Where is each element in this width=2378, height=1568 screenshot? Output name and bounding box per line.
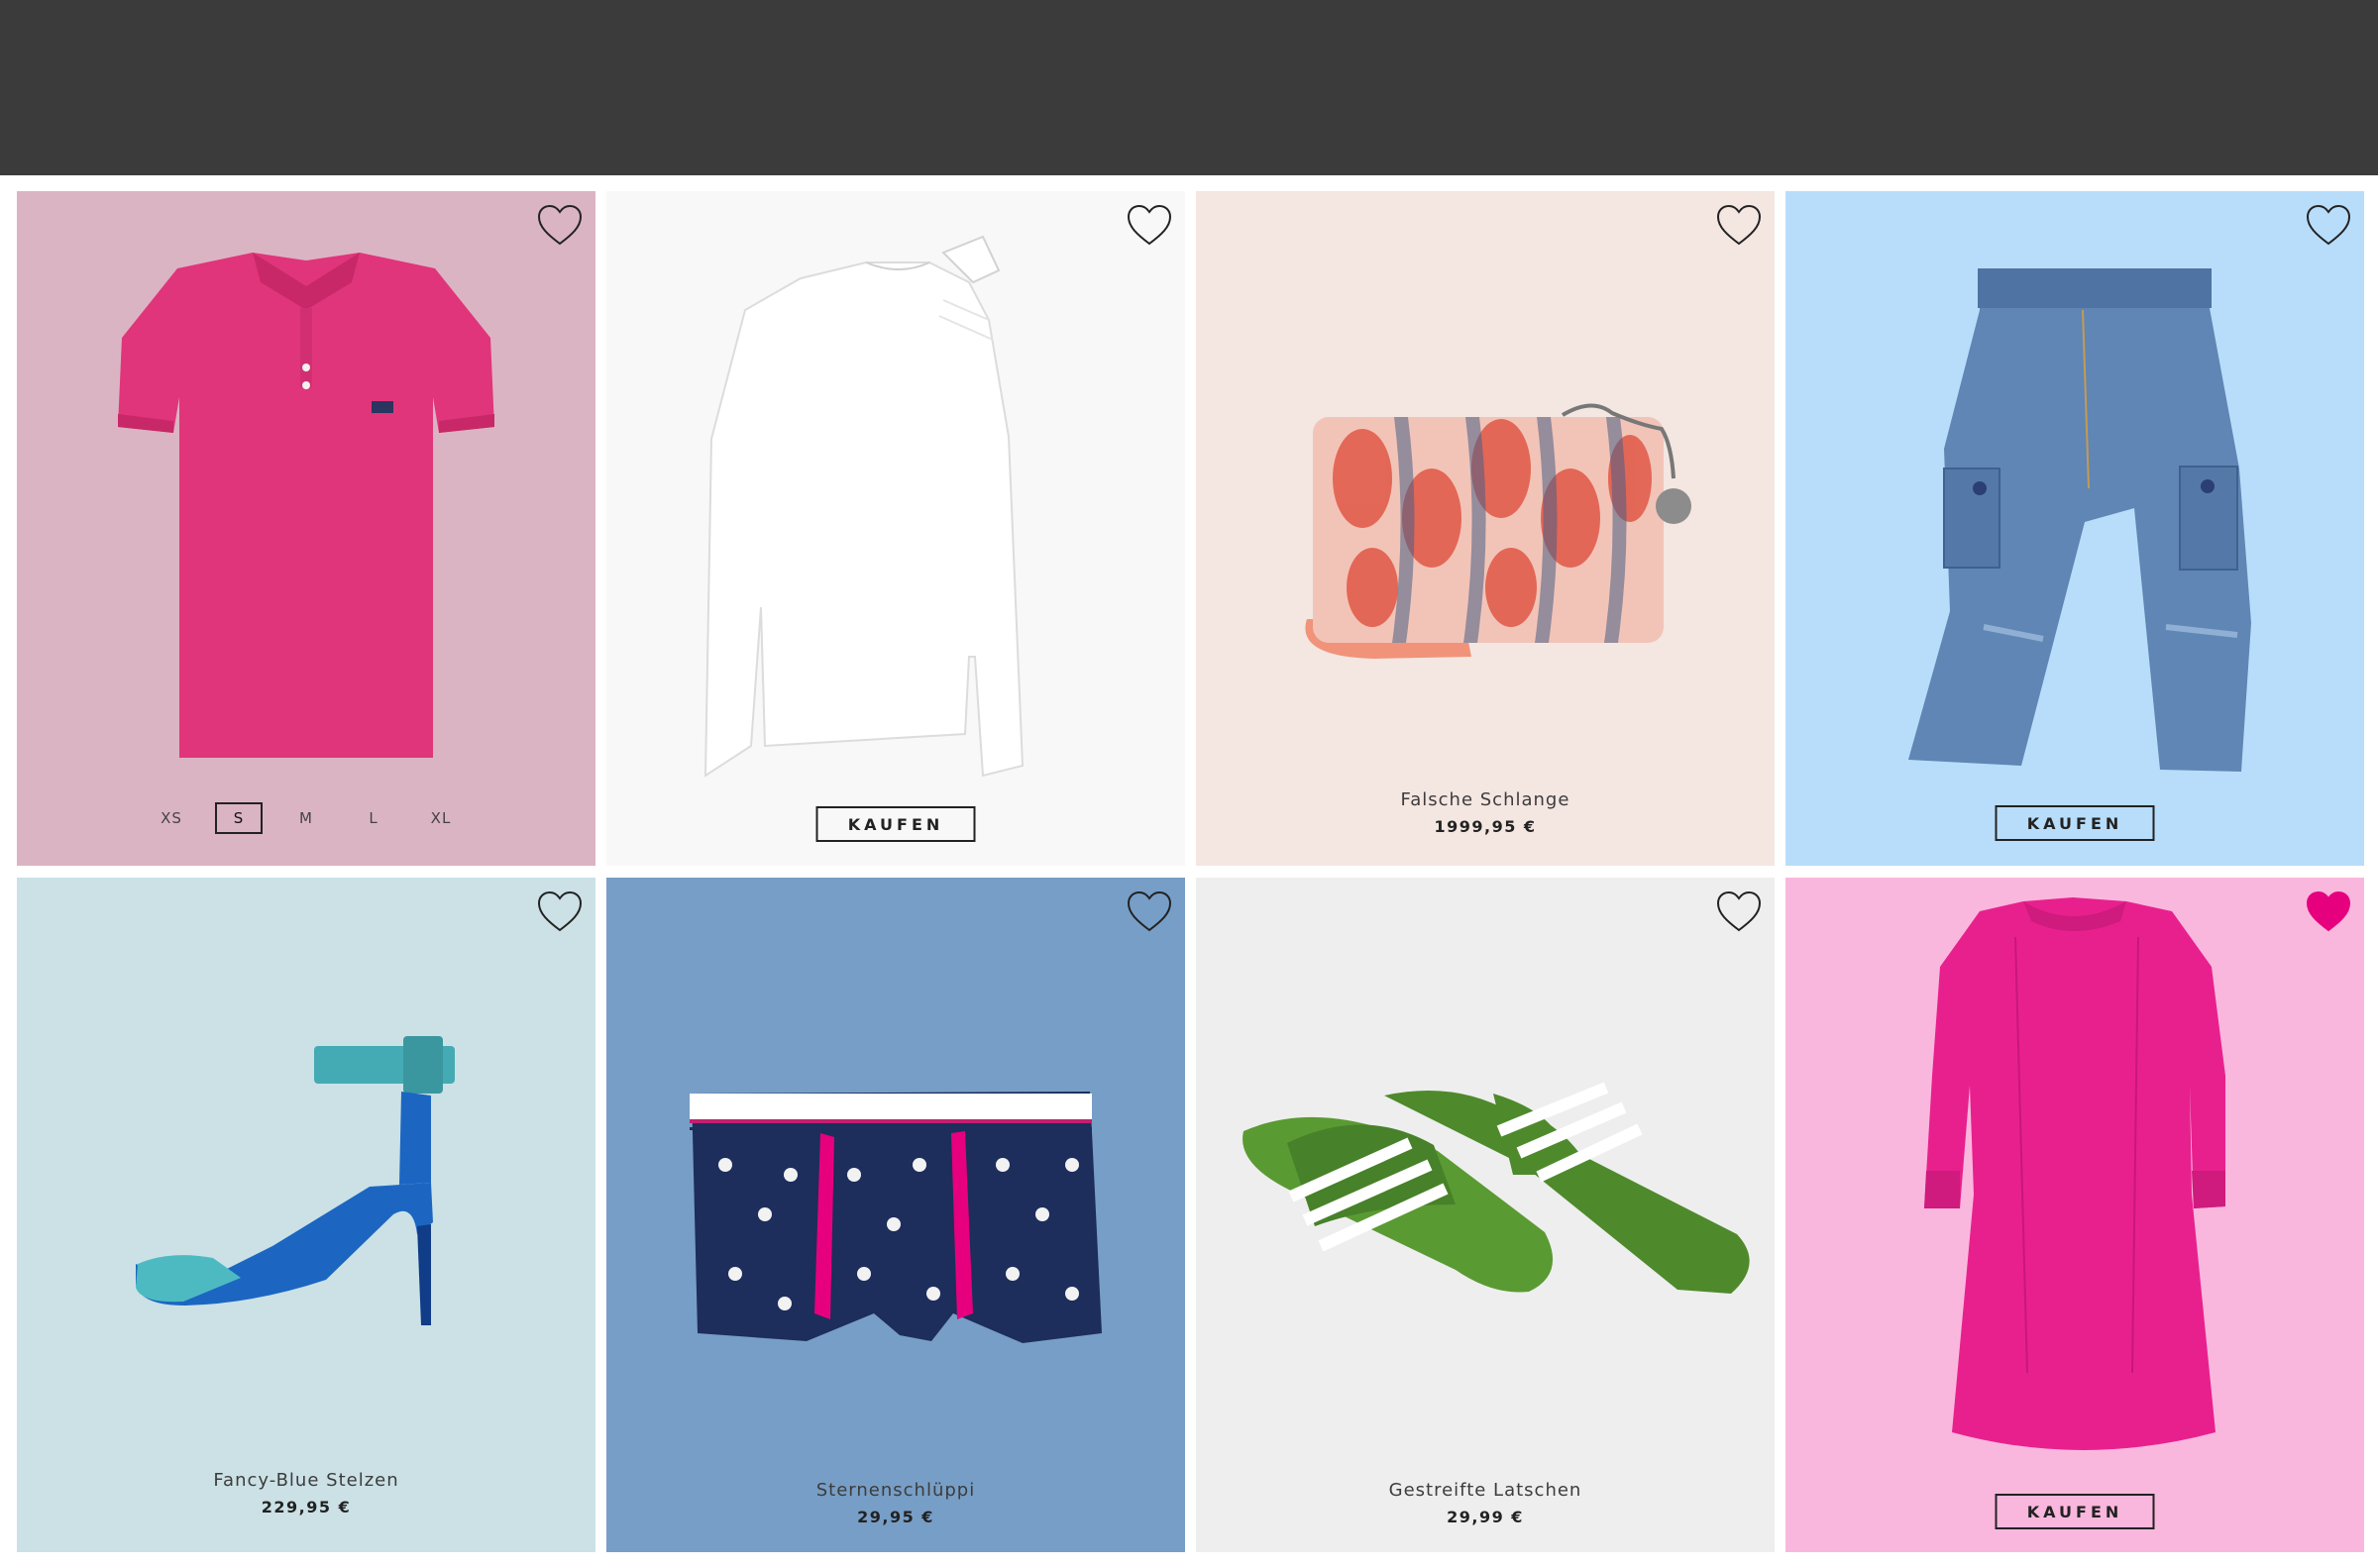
product-name: Sternenschlüppi — [815, 1480, 976, 1501]
favorite-heart-icon[interactable] — [1126, 889, 1173, 937]
product-image-boxers — [690, 1092, 1102, 1343]
buy-button[interactable]: KAUFEN — [1995, 805, 2155, 841]
product-image-bag — [1305, 403, 1691, 659]
favorite-heart-icon[interactable] — [536, 203, 584, 251]
product-card-jeans[interactable]: KAUFEN — [1785, 191, 2364, 866]
size-option-m[interactable]: M — [282, 802, 330, 834]
product-card-boxers[interactable]: Sternenschlüppi 29,95 € — [606, 878, 1185, 1552]
product-price: 29,99 € — [1447, 1508, 1524, 1526]
favorite-heart-icon[interactable] — [2305, 889, 2352, 937]
size-option-xs[interactable]: XS — [148, 802, 195, 834]
product-image-slides — [1243, 1082, 1750, 1294]
favorite-heart-icon[interactable] — [1715, 203, 1763, 251]
buy-button[interactable]: KAUFEN — [1995, 1494, 2155, 1529]
product-grid: XS S M L XL KAUFEN Falsche Schlange 1999… — [17, 191, 2364, 1552]
product-card-dress[interactable]: KAUFEN — [1785, 878, 2364, 1552]
product-image-heels — [136, 1036, 455, 1325]
size-selector: XS S M L XL — [17, 802, 595, 834]
favorite-heart-icon[interactable] — [536, 889, 584, 937]
product-card-heels[interactable]: Fancy-Blue Stelzen 229,95 € — [17, 878, 595, 1552]
product-card-polo[interactable]: XS S M L XL — [17, 191, 595, 866]
product-name: Fancy-Blue Stelzen — [213, 1470, 399, 1491]
product-price: 229,95 € — [261, 1498, 352, 1516]
size-option-l[interactable]: L — [350, 802, 397, 834]
product-image-jeans — [1908, 268, 2251, 772]
product-name: Gestreifte Latschen — [1388, 1480, 1582, 1501]
product-image-polo — [118, 253, 494, 758]
product-price: 1999,95 € — [1434, 817, 1537, 836]
size-option-s[interactable]: S — [215, 802, 263, 834]
product-name: Falsche Schlange — [1400, 789, 1570, 810]
size-option-xl[interactable]: XL — [417, 802, 465, 834]
buy-button[interactable]: KAUFEN — [815, 806, 976, 842]
product-image-dress — [1924, 897, 2225, 1450]
product-card-bag[interactable]: Falsche Schlange 1999,95 € — [1196, 191, 1775, 866]
favorite-heart-icon[interactable] — [2305, 203, 2352, 251]
product-price: 29,95 € — [857, 1508, 934, 1526]
top-header-bar — [0, 0, 2378, 175]
product-card-blouse[interactable]: KAUFEN — [606, 191, 1185, 866]
product-card-slides[interactable]: Gestreifte Latschen 29,99 € — [1196, 878, 1775, 1552]
favorite-heart-icon[interactable] — [1715, 889, 1763, 937]
favorite-heart-icon[interactable] — [1126, 203, 1173, 251]
product-image-blouse — [703, 235, 1025, 778]
